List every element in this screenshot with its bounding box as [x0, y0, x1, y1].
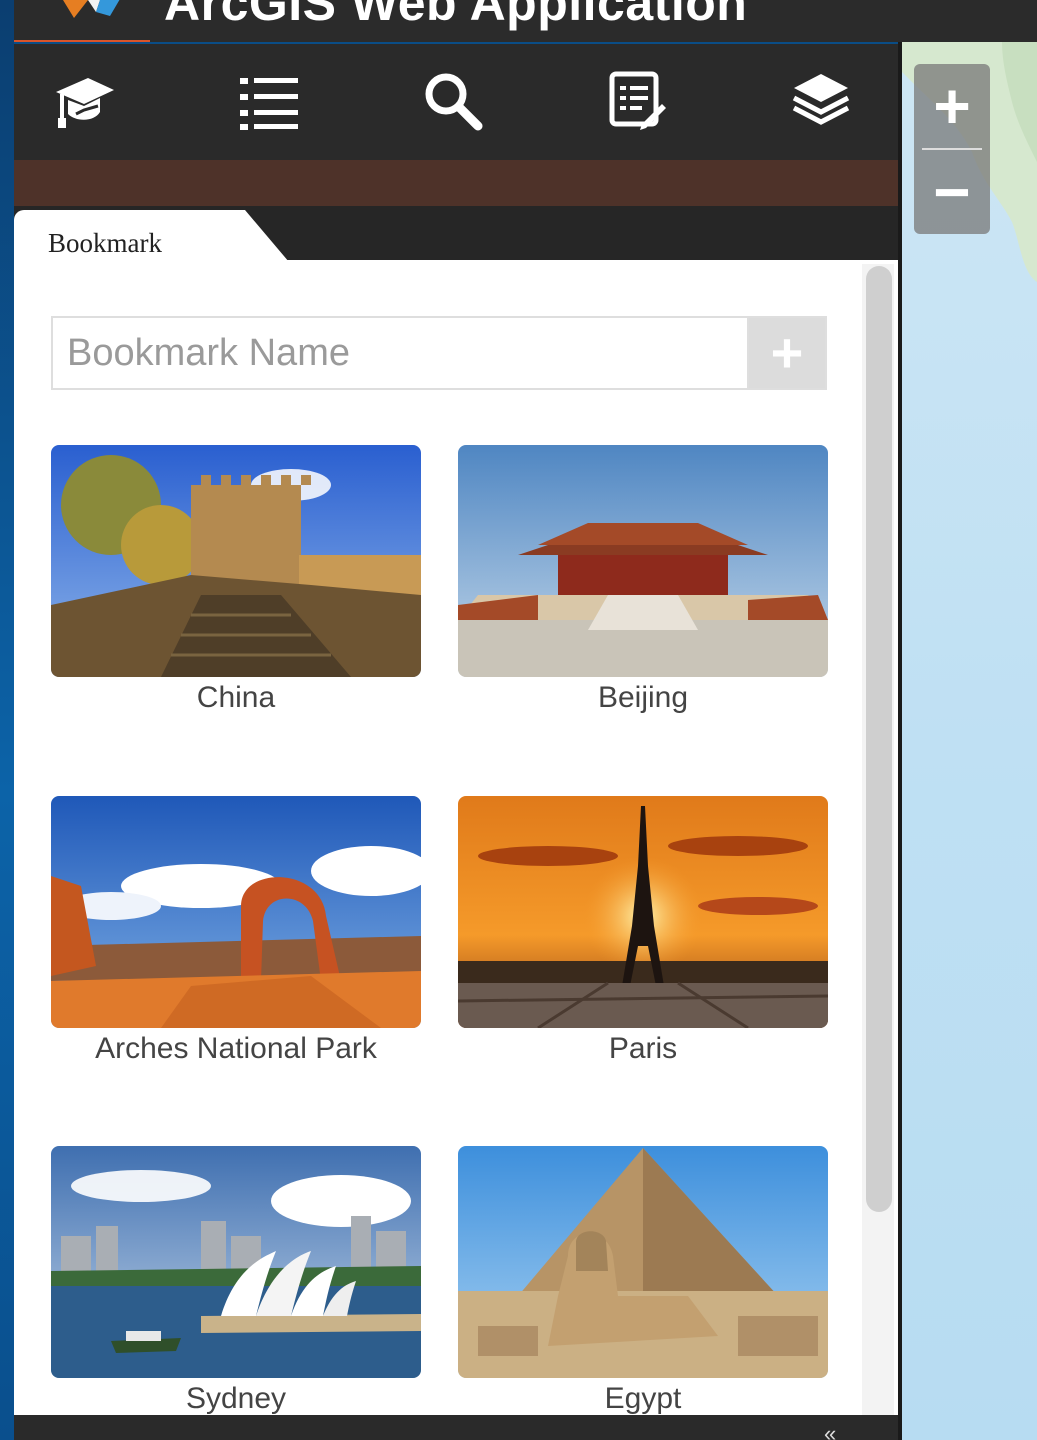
bookmark-item-sydney[interactable]: Sydney [51, 1146, 421, 1415]
arches-image [51, 796, 421, 1028]
map-view[interactable]: + − [902, 42, 1037, 1440]
search-icon [425, 73, 483, 131]
edit-widget-button[interactable] [602, 66, 672, 136]
widget-toolbar [14, 44, 898, 160]
bookmark-label: Paris [608, 1032, 678, 1065]
graduation-cap-icon [56, 78, 114, 128]
bookmark-thumbnail [51, 445, 421, 677]
bookmark-panel: + China [14, 260, 898, 1415]
add-bookmark-button[interactable]: + [749, 316, 827, 390]
tab-bookmark[interactable]: Bookmark [14, 210, 289, 262]
edit-icon [609, 71, 666, 130]
bookmark-item-china[interactable]: China [51, 445, 421, 745]
collapse-panel-icon[interactable]: « [824, 1423, 836, 1440]
bookmark-thumbnail [458, 1146, 828, 1378]
legend-widget-button[interactable] [234, 66, 304, 136]
zoom-out-button[interactable]: − [914, 150, 990, 234]
bookmark-name-input[interactable] [51, 316, 749, 390]
bookmark-label: Beijing [597, 681, 689, 714]
bookmark-label: Egypt [604, 1382, 682, 1415]
bookmark-thumbnail [51, 796, 421, 1028]
zoom-in-button[interactable]: + [914, 64, 990, 148]
bookmark-thumbnail [458, 796, 828, 1028]
great-wall-image [51, 445, 421, 677]
plus-icon: + [933, 70, 971, 142]
bookmark-thumbnail [458, 445, 828, 677]
bookmark-item-beijing[interactable]: Beijing [458, 445, 828, 745]
bookmark-thumbnail [51, 1146, 421, 1378]
scrollbar-thumb[interactable] [866, 266, 892, 1212]
bookmark-item-arches-national-park[interactable]: Arches National Park [51, 796, 421, 1096]
bookmark-item-paris[interactable]: Paris [458, 796, 828, 1096]
pyramid-sphinx-image [458, 1146, 828, 1378]
bookmark-label: China [196, 681, 276, 714]
tab-bookmark-label: Bookmark [48, 228, 162, 258]
layer-list-widget-button[interactable] [786, 66, 856, 136]
title-underline [14, 40, 150, 42]
panel-bottom-bar: « [14, 1415, 898, 1440]
sydney-opera-house-image [51, 1146, 421, 1378]
accent-band [14, 160, 898, 206]
desktop-background [0, 0, 14, 1440]
plus-icon: + [770, 321, 804, 384]
panel-tab-bar: Bookmark [14, 206, 898, 262]
arcgis-logo-icon [63, 0, 120, 18]
bookmark-label: Arches National Park [95, 1032, 377, 1065]
minus-icon: − [933, 156, 971, 228]
zoom-control: + − [914, 64, 990, 234]
layers-icon [792, 74, 850, 125]
title-bar: ArcGIS Web Application [14, 0, 1037, 42]
search-widget-button[interactable] [418, 66, 488, 136]
bookmark-item-egypt[interactable]: Egypt [458, 1146, 828, 1415]
app-title: ArcGIS Web Application [164, 0, 748, 31]
forbidden-city-image [458, 445, 828, 677]
about-widget-button[interactable] [50, 66, 120, 136]
bookmark-label: Sydney [185, 1382, 287, 1415]
eiffel-tower-image [458, 796, 828, 1028]
legend-list-icon [240, 78, 298, 130]
